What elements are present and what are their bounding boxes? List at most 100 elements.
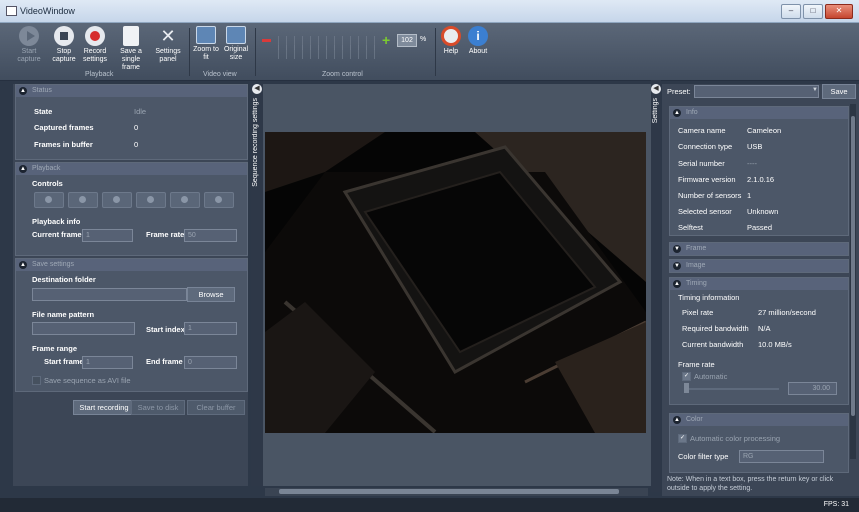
serial-number-value: ---- xyxy=(747,159,757,168)
clear-buffer-button[interactable]: Clear buffer xyxy=(187,400,245,415)
scrollbar-thumb[interactable] xyxy=(851,116,855,416)
zoom-track xyxy=(278,45,378,59)
camera-name-label: Camera name xyxy=(678,126,726,135)
about-button[interactable]: i About xyxy=(466,26,490,56)
help-button[interactable]: Help xyxy=(440,26,462,56)
first-frame-button[interactable] xyxy=(34,192,64,208)
zoom-out-icon[interactable] xyxy=(262,39,271,42)
sequence-recording-panel: ▲ Status State Idle Captured frames 0 Fr… xyxy=(13,84,248,486)
required-bandwidth-value: N/A xyxy=(758,324,771,333)
settings-tab[interactable]: ◀ Settings xyxy=(651,80,661,492)
scrollbar-thumb[interactable] xyxy=(279,489,619,494)
automatic-color-label: Automatic color processing xyxy=(690,434,781,443)
zoom-in-icon[interactable]: + xyxy=(382,33,393,47)
original-size-button[interactable]: Original size xyxy=(222,26,250,62)
collapse-icon: ▲ xyxy=(673,416,681,424)
info-icon: i xyxy=(468,26,488,46)
save-avi-checkbox[interactable] xyxy=(32,376,41,385)
collapse-icon: ▲ xyxy=(19,87,27,95)
pause-button[interactable] xyxy=(136,192,166,208)
frame-rate-field[interactable]: 30.00 xyxy=(788,382,837,395)
stop-icon xyxy=(54,26,74,46)
frame-header[interactable]: ▼ Frame xyxy=(670,243,848,255)
previous-frame-button[interactable] xyxy=(68,192,98,208)
next-frame-button[interactable] xyxy=(170,192,200,208)
automatic-color-checkbox[interactable]: ✓ xyxy=(678,434,687,443)
pixel-rate-label: Pixel rate xyxy=(682,308,714,317)
sequence-settings-label: Sequence recording settings xyxy=(252,98,259,187)
file-name-pattern-field[interactable] xyxy=(32,322,135,335)
captured-frames-label: Captured frames xyxy=(34,123,94,132)
firmware-version-label: Firmware version xyxy=(678,175,736,184)
state-value: Idle xyxy=(134,107,147,116)
start-index-label: Start index xyxy=(146,325,185,334)
ribbon-toolbar: Start capture Stop capture Record settin… xyxy=(0,23,859,81)
maximize-button[interactable]: □ xyxy=(803,4,823,19)
collapse-icon: ▲ xyxy=(19,165,27,173)
stop-capture-button[interactable]: Stop capture xyxy=(50,26,78,64)
frame-section: ▼ Frame xyxy=(669,242,849,256)
tools-icon: ✕ xyxy=(160,26,176,46)
automatic-label: Automatic xyxy=(694,372,728,381)
end-frame-field[interactable]: 0 xyxy=(184,356,237,369)
horizontal-scrollbar[interactable] xyxy=(265,488,648,496)
frame-range-label: Frame range xyxy=(32,344,78,353)
vertical-scrollbar[interactable] xyxy=(850,104,856,459)
preset-save-button[interactable]: Save xyxy=(822,84,856,99)
collapse-right-icon[interactable]: ◀ xyxy=(651,84,661,94)
last-frame-button[interactable] xyxy=(204,192,234,208)
original-size-icon xyxy=(226,26,246,44)
start-recording-button[interactable]: Start recording xyxy=(73,400,135,415)
close-button[interactable]: ✕ xyxy=(825,4,853,19)
window-title: VideoWindow xyxy=(20,6,75,16)
preset-select[interactable] xyxy=(694,85,819,98)
frame-rate-label: Frame rate xyxy=(678,360,715,369)
zoom-value-input[interactable]: 102 xyxy=(397,34,417,47)
file-name-pattern-label: File name pattern xyxy=(32,310,95,319)
serial-number-label: Serial number xyxy=(678,159,725,168)
current-bandwidth-value: 10.0 MB/s xyxy=(758,340,792,349)
image-header[interactable]: ▼ Image xyxy=(670,260,848,272)
save-settings-section: ▲ Save settings Destination folder Brows… xyxy=(15,258,248,392)
start-frame-label: Start frame xyxy=(44,357,84,366)
start-frame-field[interactable]: 1 xyxy=(82,356,133,369)
start-index-field[interactable]: 1 xyxy=(184,322,237,335)
color-filter-type-label: Color filter type xyxy=(678,452,729,461)
timing-header[interactable]: ▲ Timing xyxy=(670,278,848,290)
frame-rate-field[interactable]: 50 xyxy=(184,229,237,242)
collapse-icon: ▲ xyxy=(673,280,681,288)
status-header[interactable]: ▲ Status xyxy=(16,85,247,97)
info-header[interactable]: ▲ Info xyxy=(670,107,848,119)
ribbon-separator xyxy=(189,28,190,76)
lifebuoy-help-icon xyxy=(441,26,461,46)
color-filter-select[interactable]: RG xyxy=(739,450,824,463)
timing-section: ▲ Timing Timing information Pixel rate 2… xyxy=(669,277,849,405)
timing-information-label: Timing information xyxy=(678,293,740,302)
collapse-left-icon[interactable]: ◀ xyxy=(252,84,262,94)
start-capture-button[interactable]: Start capture xyxy=(16,26,42,64)
save-single-frame-button[interactable]: Save a single frame xyxy=(112,26,150,72)
automatic-framerate-checkbox[interactable]: ✓ xyxy=(682,372,691,381)
save-settings-header[interactable]: ▲ Save settings xyxy=(16,259,247,271)
sequence-settings-tab[interactable]: ◀ Sequence recording settings xyxy=(251,84,263,486)
record-settings-button[interactable]: Record settings xyxy=(80,26,110,64)
playback-header[interactable]: ▲ Playback xyxy=(16,163,247,175)
video-frame[interactable] xyxy=(265,132,646,433)
minimize-button[interactable]: – xyxy=(781,4,801,19)
slider-thumb[interactable] xyxy=(684,383,689,393)
playback-section: ▲ Playback Controls Playback info Curren… xyxy=(15,162,248,256)
settings-panel-button[interactable]: ✕ Settings panel xyxy=(152,26,184,64)
current-frame-field[interactable]: 1 xyxy=(82,229,133,242)
frame-rate-label: Frame rate xyxy=(146,230,185,239)
browse-button[interactable]: Browse xyxy=(187,287,235,302)
camera-name-value: Cameleon xyxy=(747,126,782,135)
color-header[interactable]: ▲ Color xyxy=(670,414,848,426)
frame-rate-slider[interactable] xyxy=(684,388,779,390)
play-button[interactable] xyxy=(102,192,132,208)
save-to-disk-button[interactable]: Save to disk xyxy=(131,400,185,415)
zoom-slider[interactable]: + 102 % xyxy=(262,33,426,59)
zoom-to-fit-button[interactable]: Zoom to fit xyxy=(193,26,219,62)
destination-folder-field[interactable] xyxy=(32,288,187,301)
group-label-video-view: Video view xyxy=(203,71,237,78)
app-icon xyxy=(6,6,17,16)
